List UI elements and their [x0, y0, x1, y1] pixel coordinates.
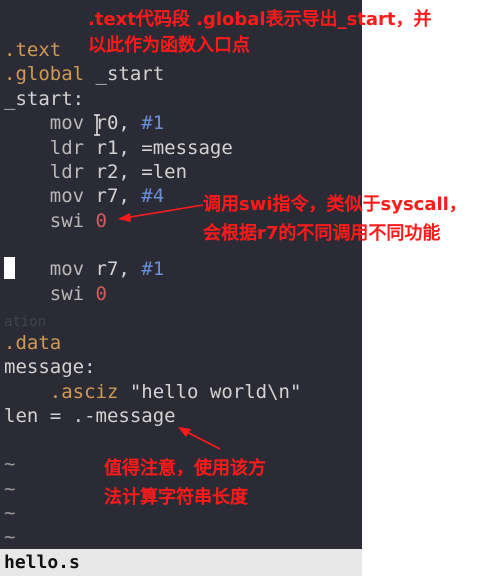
start-symbol: _start	[84, 63, 165, 85]
instr-mov: mov	[49, 112, 85, 134]
len-expression: len = .-message	[4, 405, 176, 427]
operand-r1: r1, =message	[84, 137, 233, 159]
code-line-text: .text	[4, 38, 61, 62]
swi-number: 0	[95, 210, 107, 232]
empty-line-marker: ~	[4, 526, 16, 548]
code-line-ldr-r1: ldr r1, =message	[4, 136, 233, 160]
annotation-text-section-2: 以此作为函数入口点	[88, 35, 250, 56]
operand-r7: r7,	[84, 185, 142, 207]
instr-mov: mov	[49, 258, 85, 280]
empty-line-marker: ~	[4, 453, 16, 475]
code-line-swi-2: swi 0	[4, 282, 107, 306]
instr-swi: swi	[49, 283, 85, 305]
empty-line-marker: ~	[4, 478, 16, 500]
code-line-mov-r7-4: mov r7, #4	[4, 184, 164, 208]
code-line-data: .data	[4, 331, 61, 355]
annotation-len-2: 法计算字符串长度	[104, 487, 248, 508]
code-line-len: len = .-message	[4, 404, 176, 428]
ibeam-cursor-icon	[94, 114, 100, 136]
immediate-1: #1	[141, 258, 165, 280]
directive-asciz: .asciz	[49, 381, 119, 403]
code-line-message-label: message:	[4, 355, 96, 379]
empty-line-marker: ~	[4, 502, 16, 524]
code-line-mov-r0: mov r0, #1	[4, 111, 164, 135]
operand-r7: r7,	[84, 258, 142, 280]
message-label: message:	[4, 356, 96, 378]
directive-data: .data	[4, 332, 62, 354]
directive-global: .global	[4, 63, 85, 85]
operand-r2: r2, =len	[84, 161, 188, 183]
string-literal: "hello world\n"	[118, 381, 302, 403]
status-filename: hello.s	[4, 552, 80, 573]
instr-swi: swi	[49, 210, 85, 232]
annotation-text-section-1: .text代码段 .global表示导出_start，并	[88, 9, 432, 30]
immediate-1: #1	[141, 112, 165, 134]
annotation-len-1: 值得注意，使用该方	[104, 458, 266, 479]
instr-ldr: ldr	[49, 137, 85, 159]
instr-ldr: ldr	[49, 161, 85, 183]
code-line-start-label: _start:	[4, 87, 84, 111]
annotation-swi-2: 会根据r7的不同调用不同功能	[203, 223, 441, 244]
code-line-asciz: .asciz "hello world\n"	[4, 380, 302, 404]
code-line-global: .global _start	[4, 62, 164, 86]
code-line-swi-1: swi 0	[4, 209, 107, 233]
instr-mov: mov	[49, 185, 85, 207]
status-bar: hello.s	[0, 549, 362, 576]
annotation-swi-1: 调用swi指令，类似于syscall，	[203, 194, 467, 215]
code-line-mov-r7-1: mov r7, #1	[4, 257, 164, 281]
immediate-4: #4	[141, 185, 165, 207]
swi-number: 0	[95, 283, 107, 305]
start-label: _start:	[4, 88, 85, 110]
code-line-ldr-r2: ldr r2, =len	[4, 160, 187, 184]
directive-text: .text	[4, 39, 62, 61]
